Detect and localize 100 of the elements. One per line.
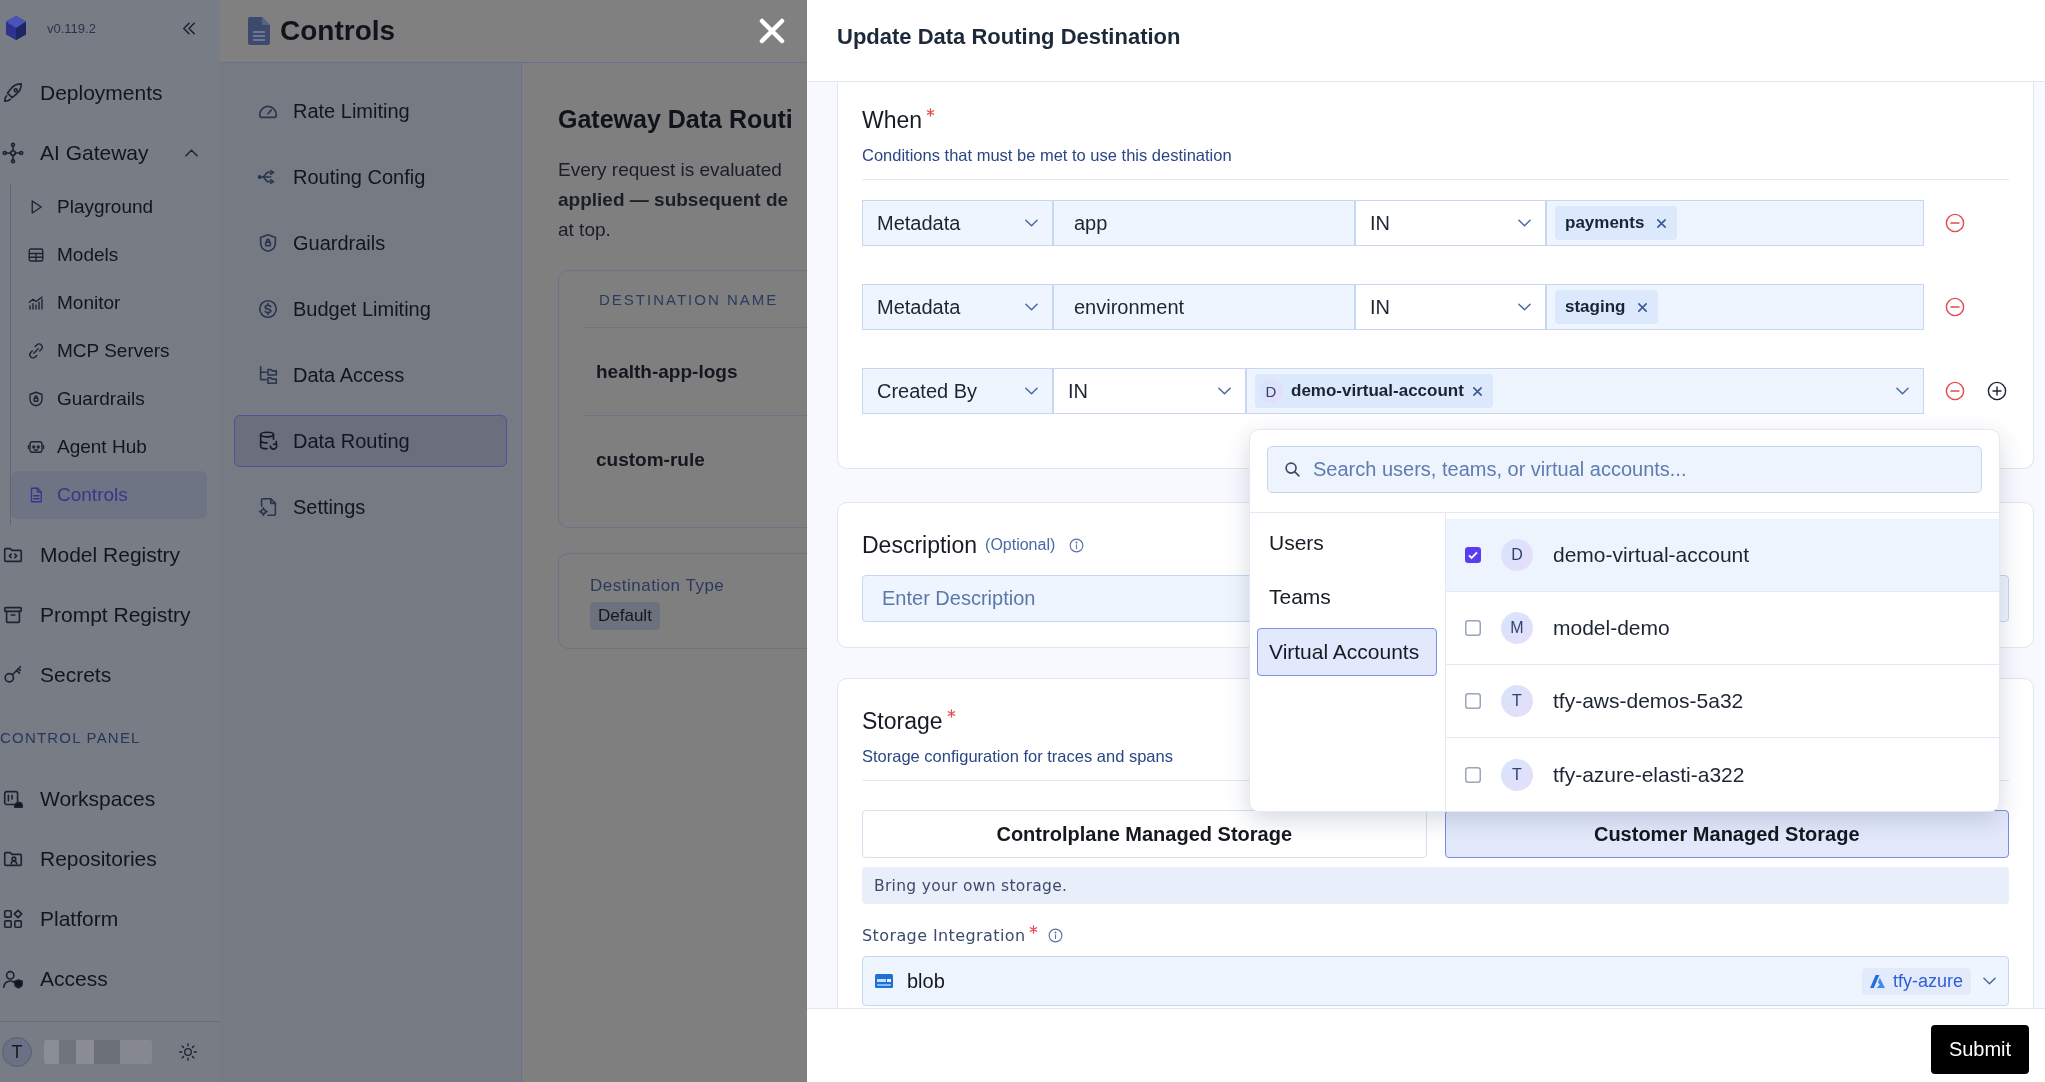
panel-title: Controls [280,15,396,47]
close-icon[interactable] [1637,301,1649,313]
key-input[interactable]: environment [1053,284,1355,330]
values-field[interactable]: staging [1546,284,1924,330]
checkbox[interactable] [1465,547,1481,563]
sidebar-item[interactable]: Controls [11,471,207,519]
file-gear-icon [257,496,279,518]
section-subtitle: Storage configuration for traces and spans [862,746,1173,767]
submit-button[interactable]: Submit [1931,1025,2029,1074]
checkbox[interactable] [1465,693,1481,709]
sidebar-item[interactable]: Repositories [0,829,220,889]
bar-chart-icon [27,294,45,312]
chevron-down-icon [1025,219,1038,227]
version-label: v0.119.2 [47,20,96,36]
sidebar-item[interactable]: Playground [11,183,207,231]
grid-icon [2,908,24,930]
cube-logo-icon[interactable] [4,15,28,41]
avatar: M [1501,612,1533,644]
storage-icon [875,974,893,988]
close-icon[interactable] [1471,385,1483,397]
checkbox[interactable] [1465,620,1481,636]
optional-label: (Optional) [985,536,1056,554]
robot-icon [27,438,45,456]
table-icon [27,246,45,264]
field-select[interactable]: Created By [862,368,1053,414]
shield-icon [257,232,279,254]
sidebar-item[interactable]: Prompt Registry [0,585,220,645]
info-note: Bring your own storage. [862,867,2009,904]
category-tab[interactable]: Users [1257,520,1437,566]
field-select[interactable]: Metadata [862,284,1053,330]
nav-item[interactable]: Rate Limiting [234,85,507,137]
option-row[interactable]: M model-demo [1446,592,1999,665]
shield-icon [27,390,45,408]
folder-tree-icon [257,364,279,386]
values-field[interactable]: payments [1546,200,1924,246]
destination-name[interactable]: health-app-logs [596,360,738,383]
chevron-up-icon[interactable] [185,149,198,157]
checkbox[interactable] [1465,766,1481,783]
sidebar-item[interactable]: MCP Servers [11,327,207,375]
sidebar-item[interactable]: Platform [0,889,220,949]
select-value: blob [907,969,945,993]
field-select[interactable]: Metadata [862,200,1053,246]
dollar-icon [257,298,279,320]
key-icon [2,664,24,686]
sidebar-item[interactable]: Workspaces [0,769,220,829]
multi-select-field[interactable]: D demo-virtual-account [1246,368,1924,414]
sidebar-item[interactable]: Models [11,231,207,279]
storage-option[interactable]: Customer Managed Storage [1444,810,2009,858]
info-icon[interactable] [1069,537,1085,553]
avatar[interactable]: T [2,1037,32,1067]
nav-item[interactable]: Guardrails [234,217,507,269]
sidebar-item[interactable]: Access [0,949,220,1009]
sidebar-item[interactable]: Secrets [0,645,220,705]
option-row[interactable]: T tfy-aws-demos-5a32 [1446,665,1999,738]
close-icon[interactable] [757,16,787,46]
search-icon [1284,461,1301,478]
chevron-down-icon [1218,387,1231,395]
collapse-icon[interactable] [182,21,196,35]
sidebar-item[interactable]: Agent Hub [11,423,207,471]
nav-item[interactable]: Settings [234,481,507,533]
user-shield-icon [2,968,24,990]
sidebar-item[interactable]: Guardrails [11,375,207,423]
category-tab[interactable]: Teams [1257,574,1437,620]
nav-item[interactable]: Budget Limiting [234,283,507,335]
sidebar-item[interactable]: AI Gateway [0,123,220,183]
dialog-title: Update Data Routing Destination [837,23,1181,51]
operator-select[interactable]: IN [1053,368,1246,414]
network-icon [2,142,24,164]
document-icon [248,17,270,45]
sidebar-item[interactable]: Model Registry [0,525,220,585]
category-tab[interactable]: Virtual Accounts [1257,628,1437,676]
nav-item[interactable]: Data Routing [234,415,507,467]
info-icon[interactable] [1048,927,1064,943]
nav-item[interactable]: Routing Config [234,151,507,203]
operator-select[interactable]: IN [1355,284,1546,330]
chevron-down-icon [1983,977,1996,985]
minus-circle-icon[interactable] [1945,297,1965,317]
description-text: Every request is evaluated applied — subsequent de at top. [558,158,790,242]
operator-select[interactable]: IN [1355,200,1546,246]
storage-option[interactable]: Controlplane Managed Storage [862,810,1427,858]
storage-select[interactable]: blob tfy-azure [862,956,2009,1006]
key-input[interactable]: app [1053,200,1355,246]
chevron-down-icon [1896,387,1909,395]
option-row[interactable]: T tfy-azure-elasti-a322 [1446,738,1999,811]
type-badge: Default [590,602,660,630]
minus-circle-icon[interactable] [1945,213,1965,233]
section-title: Description [862,531,978,559]
tag-label: demo-virtual-account [1291,381,1464,401]
sun-icon[interactable] [178,1042,198,1062]
search-field[interactable]: Search users, teams, or virtual accounts... [1267,446,1982,493]
destination-name[interactable]: custom-rule [596,448,705,471]
sidebar-item[interactable]: Monitor [11,279,207,327]
nav-item[interactable]: Data Access [234,349,507,401]
minus-circle-icon[interactable] [1945,381,1965,401]
sidebar-item[interactable]: Deployments [0,63,220,123]
section-heading: CONTROL PANEL [0,727,141,748]
plus-circle-icon[interactable] [1987,381,2007,401]
close-icon[interactable] [1656,217,1668,229]
option-row[interactable]: D demo-virtual-account [1446,519,1999,592]
section-title: When [862,106,923,134]
